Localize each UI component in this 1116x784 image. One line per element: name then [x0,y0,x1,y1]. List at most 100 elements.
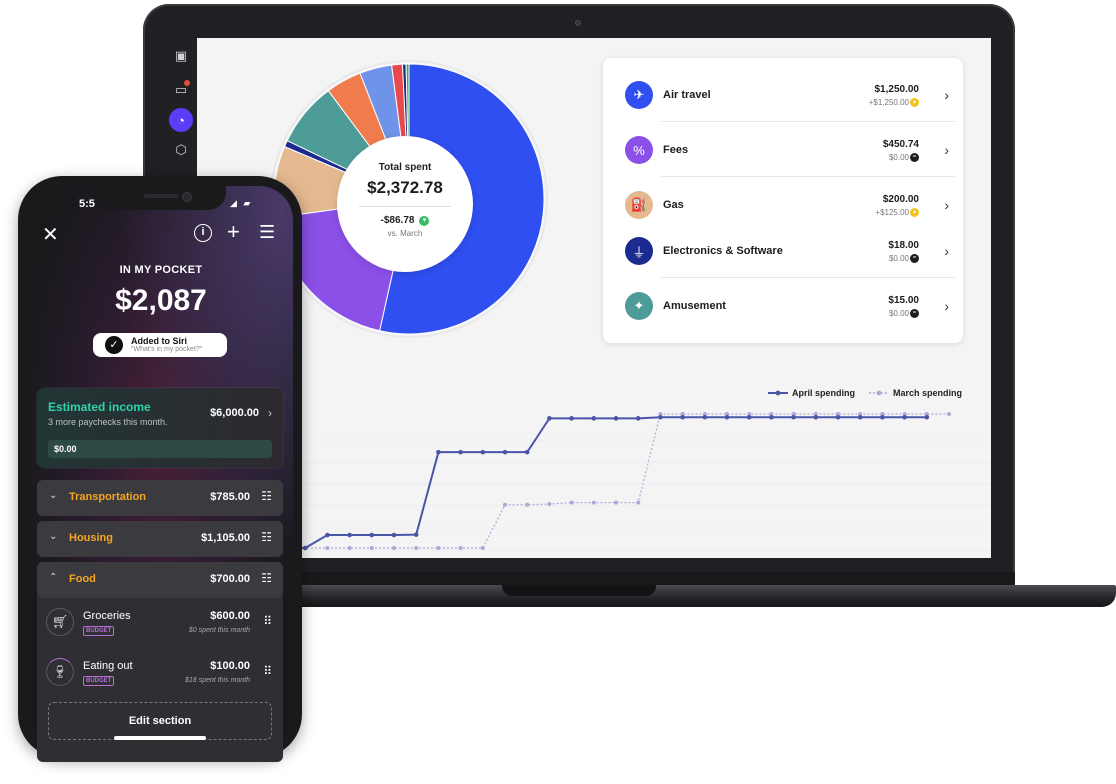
notification-badge [184,80,190,86]
pie-chart-icon[interactable]: ◔ [169,108,193,132]
category-change: +$1,250.00 [868,98,909,107]
legend-april[interactable]: April spending [768,388,855,398]
legend-march[interactable]: March spending [869,388,962,398]
category-amount: $15.00 [888,295,919,306]
april-data-point[interactable] [791,414,796,420]
box-icon[interactable]: ⬡ [169,138,193,162]
phone-speaker [144,194,178,198]
delta-value: -$86.78 [380,215,415,226]
april-data-point[interactable] [769,414,774,420]
march-data-point[interactable] [458,546,463,550]
april-data-point[interactable] [436,449,441,455]
april-data-point[interactable] [635,416,641,421]
april-data-point[interactable] [746,414,752,420]
april-data-point[interactable] [369,532,375,538]
april-data-point[interactable] [724,414,730,420]
section-housing[interactable]: ⌄ Housing $1,105.00 ☷ [37,521,283,557]
plug-icon: ⏚ [625,237,653,265]
march-data-point[interactable] [414,546,419,550]
category-name: Air travel [663,89,711,101]
march-data-point[interactable] [525,502,530,507]
march-data-point[interactable] [347,546,352,550]
category-change: $0.00 [888,309,909,318]
march-data-point[interactable] [591,500,596,505]
list-icon[interactable]: ☷ [261,571,272,585]
march-data-point[interactable] [480,546,485,550]
category-row-amusement[interactable]: ✦ Amusement $15.00 $0.00 = › [625,278,955,333]
march-data-point[interactable] [636,500,641,505]
cart-icon: 🛒︎ [46,608,74,636]
april-data-point[interactable] [413,532,419,537]
march-data-point[interactable] [325,546,330,550]
wallet-icon[interactable]: ▭ [169,78,193,102]
close-icon[interactable]: ✕ [42,222,59,247]
april-data-point[interactable] [902,414,907,420]
income-amount: $6,000.00 [210,407,259,419]
march-data-point[interactable] [369,546,374,550]
plus-icon[interactable]: + [227,219,240,245]
chevron-right-icon: › [944,142,949,158]
category-amount: $450.74 [882,139,919,150]
income-subtitle: 3 more paychecks this month. [48,417,168,427]
drag-handle-icon[interactable]: ⠿ [263,664,272,678]
april-data-point[interactable] [680,414,685,420]
siri-title: Added to Siri [131,336,187,346]
section-name: Food [69,573,96,585]
april-data-point[interactable] [347,532,352,538]
delta-row: -$86.78 ▾ [337,215,473,226]
april-data-point[interactable] [547,416,552,421]
april-data-point[interactable] [569,416,574,421]
section-food[interactable]: ⌃ Food $700.00 ☷ [37,562,283,598]
april-data-point[interactable] [702,414,708,420]
drag-handle-icon[interactable]: ⠿ [263,614,272,628]
category-row-air-travel[interactable]: ✈ Air travel $1,250.00 +$1,250.00 ▴ › [625,67,955,122]
section-name: Housing [69,532,113,544]
up-badge-icon: ▴ [910,208,919,217]
list-icon[interactable]: ☷ [261,530,272,544]
info-icon[interactable]: i [194,224,212,242]
march-data-point[interactable] [947,412,951,416]
edit-section-button[interactable]: Edit section [48,702,272,740]
april-data-point[interactable] [391,532,397,538]
menu-icon[interactable]: ☰ [259,222,275,243]
section-transportation[interactable]: ⌄ Transportation $785.00 ☷ [37,480,283,516]
list-icon[interactable]: ☷ [261,489,272,503]
chart-legend: April spending March spending [768,388,962,398]
category-row-electronics[interactable]: ⏚ Electronics & Software $18.00 $0.00 = … [625,223,955,278]
april-data-point[interactable] [502,449,508,455]
april-data-point[interactable] [302,545,308,551]
equal-badge-icon: = [910,153,919,162]
budget-tag: BUDGET [83,626,115,636]
april-data-point[interactable] [880,414,885,420]
equal-badge-icon: = [910,309,919,318]
siri-subtitle: "What's in my pocket?" [131,346,203,353]
april-data-point[interactable] [480,449,486,455]
march-data-point[interactable] [614,500,618,505]
april-data-point[interactable] [924,414,930,420]
category-name: Amusement [663,300,726,312]
category-row-fees[interactable]: % Fees $450.74 $0.00 = › [625,122,955,177]
april-data-point[interactable] [813,414,819,420]
april-data-point[interactable] [835,414,841,420]
march-data-point[interactable] [503,502,507,507]
april-data-point[interactable] [591,416,597,421]
april-data-point[interactable] [658,414,663,420]
march-data-point[interactable] [547,502,552,507]
estimated-income-card[interactable]: Estimated income 3 more paychecks this m… [37,388,283,468]
category-name: Gas [663,199,684,211]
april-data-point[interactable] [613,416,619,421]
siri-confirmation[interactable]: ✓ Added to Siri "What's in my pocket?" [93,333,227,357]
march-data-point[interactable] [392,546,396,550]
april-data-point[interactable] [857,414,863,420]
budget-item-eating-out[interactable]: 🍷︎ Eating out BUDGET $100.00 $18 spent t… [37,650,283,698]
april-data-point[interactable] [458,449,463,455]
april-data-point[interactable] [524,449,530,455]
march-data-point[interactable] [569,500,574,505]
april-data-point[interactable] [325,532,330,538]
logo-icon[interactable]: ▣ [169,44,193,68]
budget-item-groceries[interactable]: 🛒︎ Groceries BUDGET $600.00 $0 spent thi… [37,600,283,648]
march-data-point[interactable] [436,546,441,550]
item-amount: $600.00 [210,610,250,622]
pocket-label: IN MY POCKET [119,264,203,276]
divider [359,206,451,207]
